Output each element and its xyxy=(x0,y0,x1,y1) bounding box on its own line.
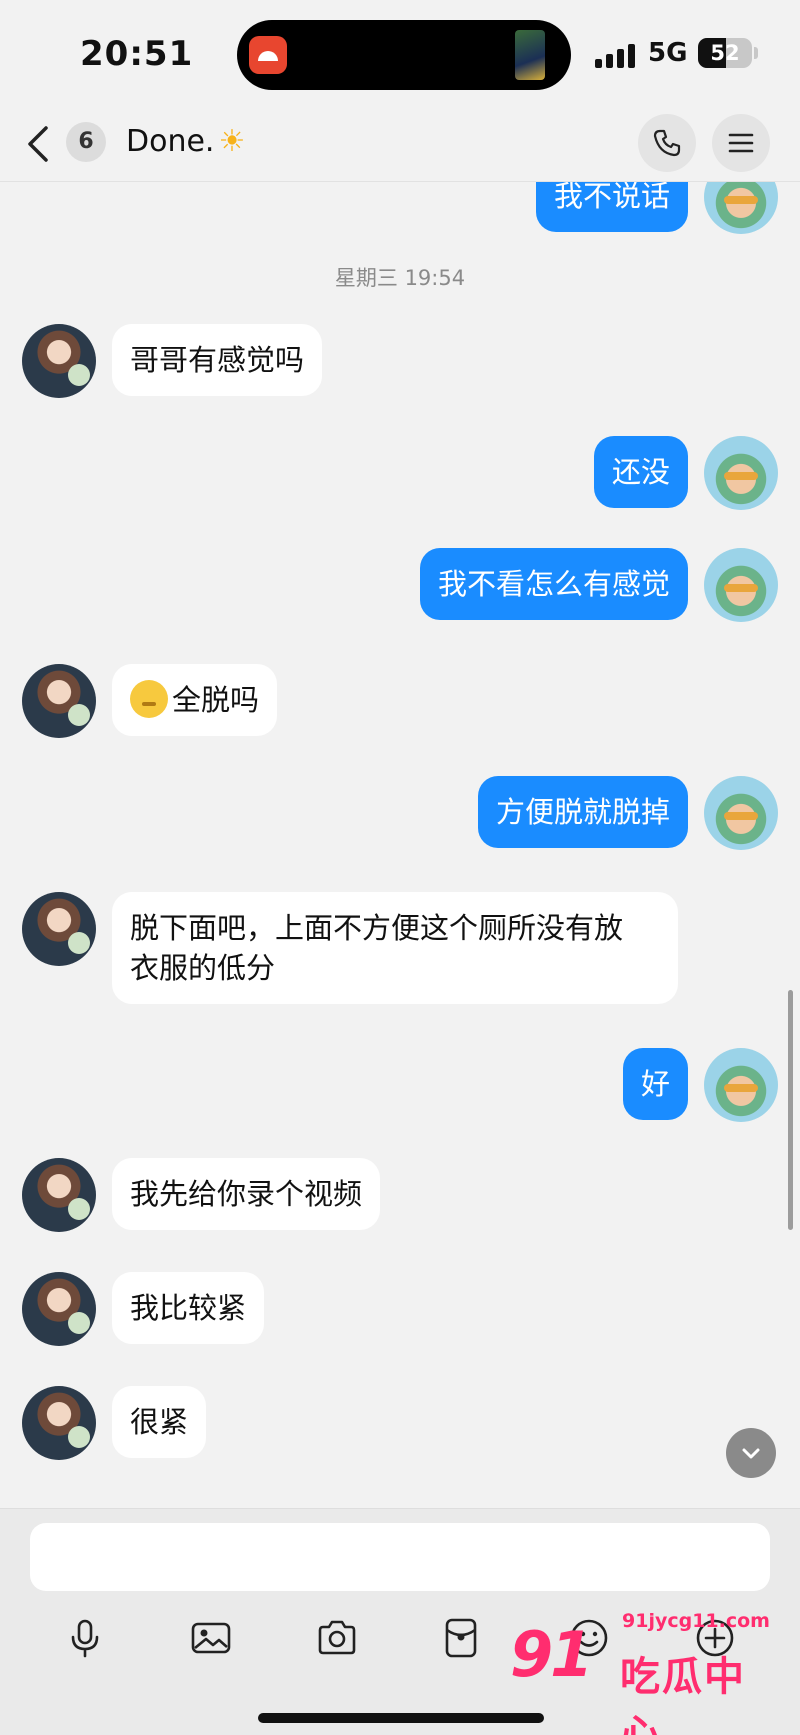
message-bubble[interactable]: 我不看怎么有感觉 xyxy=(419,548,688,620)
contact-avatar[interactable] xyxy=(22,1272,96,1346)
my-avatar[interactable] xyxy=(704,436,778,510)
battery-level: 52 xyxy=(710,41,740,65)
message-bubble[interactable]: 脱下面吧，上面不方便这个厕所没有放 衣服的低分 xyxy=(112,892,678,1004)
message-bubble[interactable]: 很紧 xyxy=(112,1386,207,1458)
back-button[interactable] xyxy=(24,122,64,166)
home-indicator[interactable] xyxy=(258,1713,544,1723)
chevron-down-icon xyxy=(742,1448,760,1459)
menu-button[interactable] xyxy=(712,114,770,172)
now-playing-artwork xyxy=(515,30,545,80)
scroll-to-bottom-button[interactable] xyxy=(726,1428,776,1478)
message-bubble[interactable]: 全脱吗 xyxy=(112,664,278,736)
battery-icon: 52 xyxy=(698,38,752,68)
contact-avatar[interactable] xyxy=(22,892,96,966)
my-avatar[interactable] xyxy=(704,548,778,622)
sun-emoji-icon: ☀ xyxy=(218,124,246,159)
album-button[interactable] xyxy=(182,1609,240,1667)
contact-avatar[interactable] xyxy=(22,324,96,398)
message-bubble[interactable]: 我不说话 xyxy=(535,182,688,232)
site-watermark: 91 91jycg11.com 吃瓜中心 xyxy=(510,1610,780,1735)
menu-icon xyxy=(728,133,754,153)
contact-name-text: Done. xyxy=(126,124,215,159)
message-bubble[interactable]: 还没 xyxy=(593,436,688,508)
contact-avatar[interactable] xyxy=(22,1386,96,1460)
contact-name[interactable]: Done. ☀ xyxy=(126,122,245,162)
message-bubble[interactable]: 哥哥有感觉吗 xyxy=(112,324,323,396)
shushing-face-emoji-icon xyxy=(130,680,168,718)
cellular-signal-icon xyxy=(595,42,641,68)
my-avatar[interactable] xyxy=(704,182,778,234)
watermark-logo: 91 xyxy=(510,1618,593,1691)
watermark-name: 吃瓜中心 xyxy=(620,1654,746,1735)
red-packet-icon xyxy=(445,1618,477,1658)
image-icon xyxy=(191,1622,231,1654)
message-list[interactable]: 我不说话 星期三 19:54 哥哥有感觉吗 还没 我不看怎么有感觉 全脱吗 方便… xyxy=(0,182,800,1510)
battery-cap xyxy=(754,47,758,59)
red-packet-button[interactable] xyxy=(432,1609,490,1667)
my-avatar[interactable] xyxy=(704,776,778,850)
message-timestamp: 星期三 19:54 xyxy=(334,266,466,290)
message-text-line: 衣服的低分 xyxy=(130,951,276,985)
status-time: 20:51 xyxy=(80,34,194,74)
my-avatar[interactable] xyxy=(704,1048,778,1122)
live-activity-app-icon xyxy=(249,36,287,74)
phone-icon xyxy=(653,129,681,157)
voice-button[interactable] xyxy=(56,1609,114,1667)
message-input[interactable] xyxy=(30,1523,770,1591)
contact-avatar[interactable] xyxy=(22,1158,96,1232)
scrollbar[interactable] xyxy=(788,990,793,1230)
message-text-line: 脱下面吧，上面不方便这个厕所没有放 xyxy=(130,911,624,945)
message-bubble[interactable]: 我比较紧 xyxy=(112,1272,265,1344)
chevron-left-icon xyxy=(28,126,48,162)
camera-button[interactable] xyxy=(308,1609,366,1667)
network-type: 5G xyxy=(648,38,688,68)
dynamic-island xyxy=(237,20,571,90)
camera-icon xyxy=(318,1620,356,1655)
unread-count-badge: 6 xyxy=(66,122,106,162)
message-bubble[interactable]: 我先给你录个视频 xyxy=(112,1158,381,1230)
call-button[interactable] xyxy=(638,114,696,172)
chat-header: 6 Done. ☀ xyxy=(0,108,800,182)
message-text: 全脱吗 xyxy=(172,683,260,717)
contact-avatar[interactable] xyxy=(22,664,96,738)
microphone-icon xyxy=(71,1619,99,1658)
message-bubble[interactable]: 好 xyxy=(622,1048,688,1120)
watermark-url: 91jycg11.com xyxy=(622,1610,770,1632)
message-bubble[interactable]: 方便脱就脱掉 xyxy=(477,776,688,848)
status-bar: 20:51 5G 52 xyxy=(0,0,800,108)
